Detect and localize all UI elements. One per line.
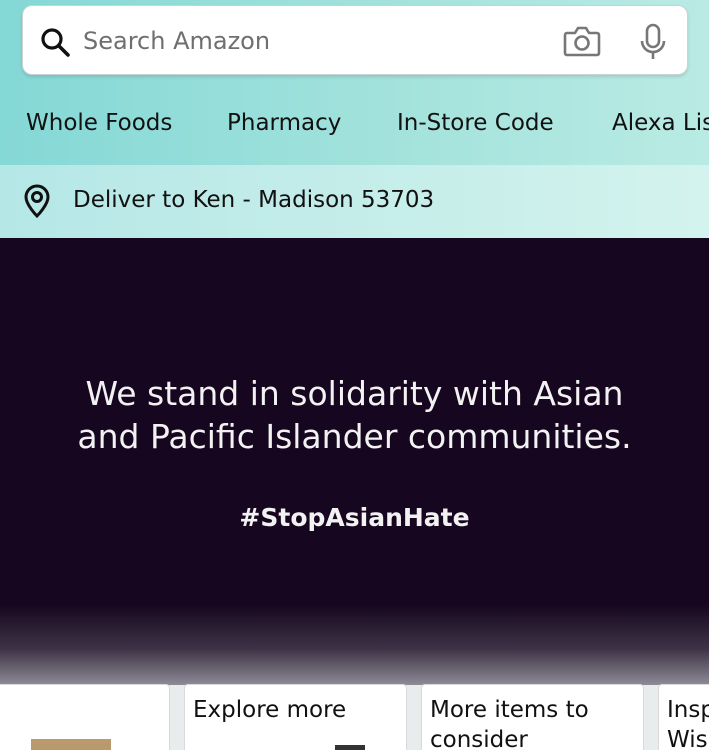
nav-item-pharmacy[interactable]: Pharmacy — [227, 110, 341, 136]
product-thumbnail — [31, 739, 111, 750]
nav-item-alexa-lists[interactable]: Alexa Lis — [612, 110, 709, 136]
card-inspired-wishlist[interactable]: Insp Wisl — [658, 684, 709, 750]
card-title-line2: consider — [430, 727, 528, 750]
card-title: Explore more — [193, 697, 347, 723]
card-row: Explore more More items to consider Insp… — [0, 684, 709, 750]
card-more-items[interactable]: More items to consider — [421, 684, 644, 750]
deliver-to-label: Deliver to Ken - Madison 53703 — [73, 187, 435, 213]
card-title-line1: More items to — [430, 697, 589, 723]
search-icon[interactable] — [39, 26, 71, 58]
hero-headline-line2: and Pacific Islander communities. — [77, 417, 632, 456]
deliver-to-bar[interactable]: Deliver to Ken - Madison 53703 — [0, 165, 709, 238]
nav-item-whole-foods[interactable]: Whole Foods — [26, 110, 172, 136]
hero-headline-line1: We stand in solidarity with Asian — [85, 374, 624, 413]
location-pin-icon — [24, 184, 50, 219]
card-title: More items to consider — [430, 695, 589, 750]
card-title-line1: Insp — [667, 697, 709, 723]
product-thumbnail — [335, 745, 365, 750]
camera-icon[interactable] — [563, 23, 601, 59]
hero-banner[interactable]: We stand in solidarity with Asian and Pa… — [0, 238, 709, 685]
search-input[interactable] — [83, 20, 533, 62]
search-bar[interactable] — [22, 5, 688, 75]
nav-item-in-store-code[interactable]: In-Store Code — [397, 110, 554, 136]
header-bar: Whole Foods Pharmacy In-Store Code Alexa… — [0, 0, 709, 165]
microphone-icon[interactable] — [639, 22, 667, 62]
hero-hashtag: #StopAsianHate — [239, 503, 470, 532]
card-explore-more[interactable]: Explore more — [184, 684, 407, 750]
card-1[interactable] — [0, 684, 170, 750]
quick-links-nav: Whole Foods Pharmacy In-Store Code Alexa… — [0, 110, 709, 146]
card-title: Insp Wisl — [667, 695, 709, 750]
card-title-line2: Wisl — [667, 727, 709, 750]
